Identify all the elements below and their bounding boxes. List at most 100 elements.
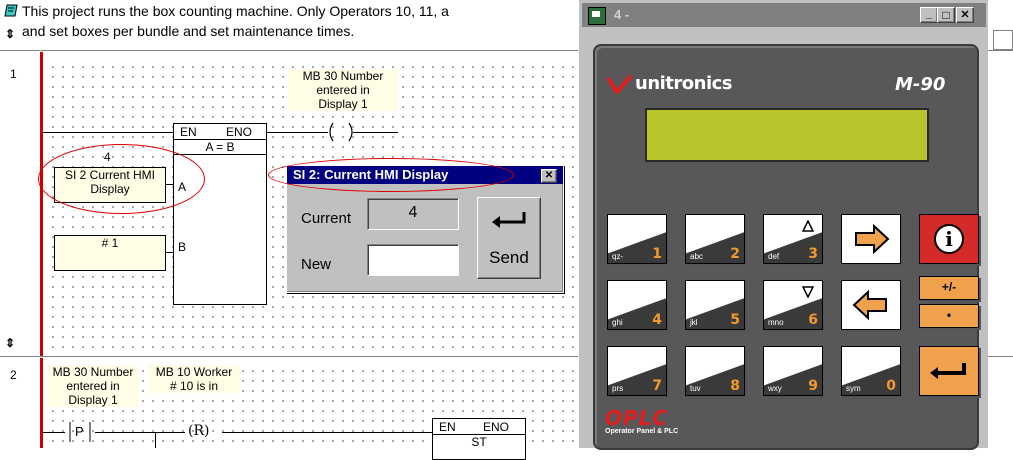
keypad-key-6[interactable]: mno 6 <box>763 280 823 330</box>
info-key[interactable]: i <box>919 214 979 264</box>
keypad-key-3[interactable]: def 3 <box>763 214 823 264</box>
model-label: M-90 <box>895 74 946 95</box>
key-letters: tuv <box>690 384 701 393</box>
right-arrow-icon <box>855 223 890 255</box>
background-window-edge <box>988 0 1013 448</box>
compare-function-block[interactable]: EN ENO A = B A B <box>173 123 267 305</box>
note-line: MB 30 Number <box>302 69 384 83</box>
maximize-button[interactable]: □ <box>937 7 955 23</box>
coil-label: (R) <box>188 423 210 439</box>
enter-arrow-icon <box>930 363 966 379</box>
rung-line <box>43 132 173 133</box>
device-title-bar[interactable]: 4 - _ □ ✕ <box>582 3 986 27</box>
key-number: 8 <box>730 378 740 394</box>
keypad-key-5[interactable]: jkl 5 <box>685 280 745 330</box>
enter-arrow-icon <box>490 210 528 233</box>
key-letters: sym <box>846 384 861 393</box>
plus-minus-key[interactable]: +/- <box>919 276 979 300</box>
right-arrow-key[interactable] <box>841 214 901 264</box>
minimize-icon: _ <box>925 8 933 20</box>
key-number: 6 <box>808 312 818 328</box>
fb-name: ST <box>471 435 487 449</box>
left-arrow-icon <box>852 289 887 321</box>
enter-key[interactable] <box>919 346 979 396</box>
keypad-key-7[interactable]: prs 7 <box>607 346 667 396</box>
keypad-key-0[interactable]: sym 0 <box>841 346 901 396</box>
current-value-field: 4 <box>367 198 459 230</box>
rung-line <box>222 432 432 433</box>
key-number: 1 <box>652 246 662 262</box>
key-number: 7 <box>652 378 662 394</box>
key-letters: mno <box>768 318 784 327</box>
keypad-key-1[interactable]: qz- 1 <box>607 214 667 264</box>
highlight-ellipse <box>268 158 514 192</box>
note-line: entered in <box>316 83 370 97</box>
rung-branch <box>155 432 156 448</box>
key-number: 3 <box>808 246 818 262</box>
output-coil[interactable] <box>326 121 356 143</box>
expand-icon[interactable]: ⇕ <box>5 336 15 350</box>
triangle-up-icon <box>801 219 815 237</box>
operand-label: # 1 <box>101 236 119 250</box>
minimize-button[interactable]: _ <box>920 7 938 23</box>
oplc-logo-text: OPLC <box>605 406 669 430</box>
left-arrow-key[interactable] <box>841 280 901 330</box>
fb-pin-b: B <box>178 240 187 254</box>
keypad-key-2[interactable]: abc 2 <box>685 214 745 264</box>
key-number: 9 <box>808 378 818 394</box>
current-value: 4 <box>408 204 418 221</box>
key-number: 4 <box>652 312 662 328</box>
key-letters: wxy <box>768 384 782 393</box>
fb-eno-label: ENO <box>483 420 510 434</box>
coil-note: MB 30 Number entered in Display 1 <box>288 69 398 111</box>
net-number: 1 <box>10 67 17 81</box>
device-title: 4 - <box>614 7 630 22</box>
coil-note: MB 10 Worker # 10 is in <box>148 365 240 393</box>
close-icon: ✕ <box>544 170 554 181</box>
comment-icon <box>4 4 18 17</box>
note-line: # 10 is in <box>169 379 219 393</box>
keypad-key-9[interactable]: wxy 9 <box>763 346 823 396</box>
dot-key[interactable]: • <box>919 304 979 328</box>
fb-en-label: EN <box>180 125 197 139</box>
rung-line <box>353 132 398 133</box>
triangle-down-icon <box>801 285 815 303</box>
key-letters: def <box>768 252 780 261</box>
key-letters: prs <box>612 384 624 393</box>
close-button[interactable]: ✕ <box>956 7 974 23</box>
key-number: 0 <box>886 378 896 394</box>
plc-panel: unitronics M-90 qz- 1 abc 2 def 3 ghi 4 jkl 5 mno 6… <box>593 44 979 450</box>
power-rail <box>40 358 43 448</box>
expand-icon[interactable]: ⇕ <box>5 27 15 41</box>
keypad-key-4[interactable]: ghi 4 <box>607 280 667 330</box>
store-function-block[interactable]: EN ENO ST <box>432 418 526 460</box>
operand-b[interactable]: # 1 <box>54 235 166 271</box>
close-button[interactable]: ✕ <box>541 169 557 183</box>
fb-en-label: EN <box>439 420 456 434</box>
close-icon: ✕ <box>960 9 970 21</box>
send-button[interactable]: Send <box>477 197 541 279</box>
power-rail <box>40 52 43 356</box>
new-value-input[interactable] <box>367 244 459 276</box>
key-letters: jkl <box>690 318 698 327</box>
note-line: Display 1 <box>68 393 118 407</box>
dot-label: • <box>946 308 952 322</box>
brand-name: unitronics <box>635 73 733 94</box>
contact-note: MB 30 Number entered in Display 1 <box>48 365 138 407</box>
rung-line <box>95 432 185 433</box>
oplc-logo: OPLC Operator Panel & PLC <box>605 408 678 435</box>
unitronics-icon <box>607 74 633 94</box>
operand-connector <box>165 252 173 253</box>
key-number: 2 <box>730 246 740 262</box>
key-letters: qz- <box>612 252 624 261</box>
device-window[interactable]: 4 - _ □ ✕ unitronics M-90 qz- 1 abc 2 def 3 gh… <box>578 0 989 450</box>
keypad-key-8[interactable]: tuv 8 <box>685 346 745 396</box>
positive-transition-contact[interactable]: P <box>62 422 98 442</box>
net-number: 2 <box>10 368 17 382</box>
info-key-label: i <box>945 227 953 251</box>
new-label: New <box>301 256 332 273</box>
reset-coil[interactable]: (R) <box>184 422 224 442</box>
brand-logo: unitronics <box>607 72 777 98</box>
current-label: Current <box>301 210 352 227</box>
app-icon <box>588 7 606 25</box>
